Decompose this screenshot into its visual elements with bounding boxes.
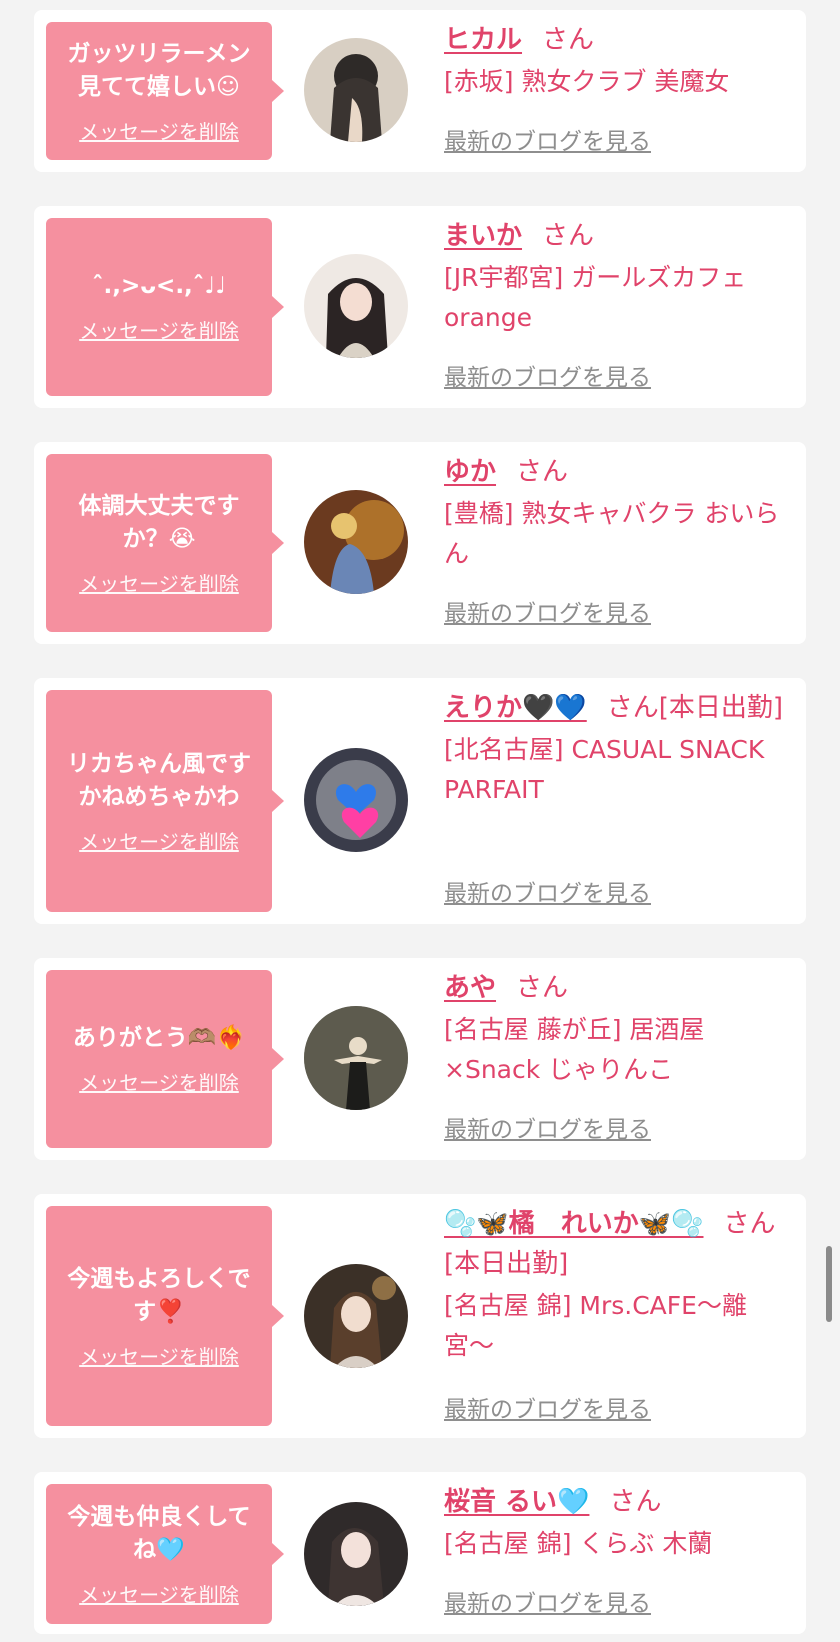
message-text: 今週もよろしくで す❣️ bbox=[67, 1265, 251, 1325]
message-text: 今週も仲良くして ね🩵 bbox=[67, 1503, 251, 1563]
honorific: さん bbox=[609, 1487, 662, 1517]
host-name-link[interactable]: 桜音 るい🩵 bbox=[444, 1487, 589, 1517]
status-suffix: [本日出勤] bbox=[658, 693, 784, 723]
host-info: ゆか さん [豊橋] 熟女キャバクラ おいらん bbox=[444, 452, 784, 574]
avatar[interactable] bbox=[304, 1502, 408, 1606]
message-bubble: ありがとう🫶🏽❤️‍🔥 メッセージを削除 bbox=[46, 970, 284, 1148]
honorific: さん bbox=[516, 973, 569, 1003]
shop-name: [北名古屋] CASUAL SNACK PARFAIT bbox=[444, 735, 765, 804]
delete-message-link[interactable]: メッセージを削除 bbox=[79, 568, 239, 597]
latest-blog-link[interactable]: 最新のブログを見る bbox=[444, 122, 651, 156]
host-name-link[interactable]: まいか bbox=[444, 221, 522, 251]
honorific: さん bbox=[723, 1209, 776, 1239]
honorific: さん bbox=[606, 693, 659, 723]
delete-message-link[interactable]: メッセージを削除 bbox=[79, 1579, 239, 1608]
host-info: えりか🖤💙 さん[本日出勤] [北名古屋] CASUAL SNACK PARFAI… bbox=[444, 688, 784, 810]
message-card: リカちゃん風です かねめちゃかわ メッセージを削除 えりか🖤💙 さん[本日出勤] … bbox=[34, 678, 806, 924]
honorific: さん bbox=[542, 25, 595, 55]
shop-name: [名古屋 藤が丘] 居酒屋×Snack じゃりんこ bbox=[444, 1015, 705, 1084]
host-name-link[interactable]: えりか🖤💙 bbox=[444, 693, 587, 723]
message-card: ˆ.,>ᴗ<.,ˆ♩♩ メッセージを削除 まいか さん [JR宇都宮] ガールズカ… bbox=[34, 206, 806, 408]
message-bubble: 今週もよろしくで す❣️ メッセージを削除 bbox=[46, 1206, 284, 1426]
avatar[interactable] bbox=[304, 1264, 408, 1368]
latest-blog-link[interactable]: 最新のブログを見る bbox=[444, 1390, 651, 1424]
delete-message-link[interactable]: メッセージを削除 bbox=[79, 1341, 239, 1370]
message-text: ガッツリラーメン 見てて嬉しい☺ bbox=[67, 40, 251, 100]
host-info: ヒカル さん [赤坂] 熟女クラブ 美魔女 bbox=[444, 20, 784, 102]
message-text: ありがとう🫶🏽❤️‍🔥 bbox=[72, 1025, 246, 1051]
message-card: 体調大丈夫です か？😭 メッセージを削除 ゆか さん [豊橋] 熟女キャバクラ お… bbox=[34, 442, 806, 644]
avatar[interactable] bbox=[304, 490, 408, 594]
latest-blog-link[interactable]: 最新のブログを見る bbox=[444, 874, 651, 908]
message-card: ありがとう🫶🏽❤️‍🔥 メッセージを削除 あや さん [名古屋 藤が丘] 居酒屋×… bbox=[34, 958, 806, 1160]
host-info: 🫧🦋橘 れいか🦋🫧 さん [本日出勤] [名古屋 錦] Mrs.CAFE〜離宮〜 bbox=[444, 1204, 784, 1366]
shop-name: [豊橋] 熟女キャバクラ おいらん bbox=[444, 499, 780, 568]
avatar[interactable] bbox=[304, 38, 408, 142]
host-info: 桜音 るい🩵 さん [名古屋 錦] くらぶ 木蘭 bbox=[444, 1482, 784, 1564]
message-card: ガッツリラーメン 見てて嬉しい☺ メッセージを削除 ヒカル さん [赤坂] 熟女ク… bbox=[34, 10, 806, 172]
message-text: 体調大丈夫です か？😭 bbox=[78, 492, 240, 552]
host-name-link[interactable]: 🫧🦋橘 れいか🦋🫧 bbox=[444, 1209, 704, 1239]
message-bubble: 体調大丈夫です か？😭 メッセージを削除 bbox=[46, 454, 284, 632]
latest-blog-link[interactable]: 最新のブログを見る bbox=[444, 1110, 651, 1144]
honorific: さん bbox=[542, 221, 595, 251]
honorific: さん bbox=[516, 457, 569, 487]
latest-blog-link[interactable]: 最新のブログを見る bbox=[444, 358, 651, 392]
shop-name: [名古屋 錦] Mrs.CAFE〜離宮〜 bbox=[444, 1291, 747, 1360]
shop-name: [名古屋 錦] くらぶ 木蘭 bbox=[444, 1529, 713, 1558]
message-bubble: 今週も仲良くして ね🩵 メッセージを削除 bbox=[46, 1484, 284, 1624]
host-name-link[interactable]: ゆか bbox=[444, 457, 496, 487]
message-bubble: ˆ.,>ᴗ<.,ˆ♩♩ メッセージを削除 bbox=[46, 218, 284, 396]
status-suffix: [本日出勤] bbox=[444, 1249, 569, 1279]
delete-message-link[interactable]: メッセージを削除 bbox=[79, 315, 239, 344]
message-text: ˆ.,>ᴗ<.,ˆ♩♩ bbox=[92, 273, 226, 299]
host-name-link[interactable]: あや bbox=[444, 973, 496, 1003]
avatar[interactable] bbox=[304, 254, 408, 358]
message-card: 今週もよろしくで す❣️ メッセージを削除 🫧🦋橘 れいか🦋🫧 さん [本日出勤] … bbox=[34, 1194, 806, 1438]
avatar[interactable] bbox=[304, 1006, 408, 1110]
latest-blog-link[interactable]: 最新のブログを見る bbox=[444, 1584, 651, 1618]
host-name-link[interactable]: ヒカル bbox=[444, 25, 522, 55]
shop-name: [赤坂] 熟女クラブ 美魔女 bbox=[444, 67, 730, 96]
message-text: リカちゃん風です かねめちゃかわ bbox=[67, 750, 251, 810]
delete-message-link[interactable]: メッセージを削除 bbox=[79, 116, 239, 145]
delete-message-link[interactable]: メッセージを削除 bbox=[79, 1067, 239, 1096]
message-card: 今週も仲良くして ね🩵 メッセージを削除 桜音 るい🩵 さん [名古屋 錦] くら… bbox=[34, 1472, 806, 1634]
message-bubble: ガッツリラーメン 見てて嬉しい☺ メッセージを削除 bbox=[46, 22, 284, 160]
message-bubble: リカちゃん風です かねめちゃかわ メッセージを削除 bbox=[46, 690, 284, 912]
avatar[interactable] bbox=[304, 748, 408, 852]
shop-name: [JR宇都宮] ガールズカフェ orange bbox=[444, 263, 747, 332]
scrollbar[interactable] bbox=[826, 1246, 832, 1322]
host-info: あや さん [名古屋 藤が丘] 居酒屋×Snack じゃりんこ bbox=[444, 968, 784, 1090]
delete-message-link[interactable]: メッセージを削除 bbox=[79, 826, 239, 855]
host-info: まいか さん [JR宇都宮] ガールズカフェ orange bbox=[444, 216, 784, 338]
latest-blog-link[interactable]: 最新のブログを見る bbox=[444, 594, 651, 628]
